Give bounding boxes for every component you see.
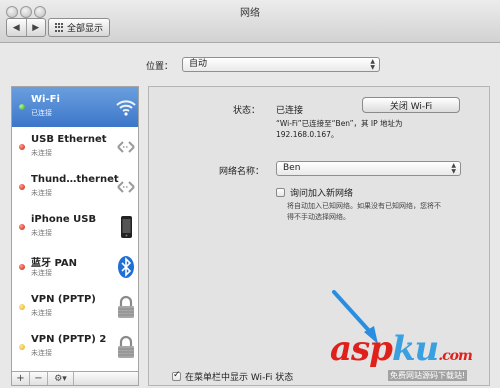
service-name: VPN (PPTP) [31, 294, 96, 305]
location-label: 位置： [146, 62, 174, 72]
service-status: 未连接 [31, 269, 52, 277]
forward-button[interactable]: ▶ [25, 19, 46, 36]
service-status: 未连接 [31, 149, 52, 157]
status-value: 已连接 [276, 106, 304, 116]
service-item-usb-ethernet[interactable]: USB Ethernet 未连接 [12, 127, 138, 167]
hint-line: 得不手动选择网络。 [287, 213, 350, 221]
description-line: 192.168.0.167。 [276, 130, 339, 139]
show-in-menubar-row: 在菜单栏中显示 Wi-Fi 状态 [172, 370, 293, 383]
service-list-controls: + − ⚙▾ [11, 372, 139, 386]
lock-icon [118, 335, 134, 358]
location-value: 自动 [189, 59, 208, 69]
updown-arrows-icon: ▲ ▼ [451, 162, 456, 175]
ask-join-row: 询问加入新网络 [276, 186, 353, 199]
back-button[interactable]: ◀ [7, 19, 26, 36]
add-service-button[interactable]: + [12, 372, 30, 385]
status-label: 状态： [233, 106, 261, 116]
watermark: aspku.com 免费网站源码下载站! [328, 330, 500, 388]
wifi-icon [116, 100, 136, 116]
hint-line: 将自动加入已知网络。如果没有已知网络，您将不 [287, 202, 441, 210]
service-name: USB Ethernet [31, 134, 107, 145]
service-name: 蓝牙 PAN [31, 258, 78, 269]
show-in-menubar-checkbox[interactable] [172, 370, 181, 381]
service-status: 已连接 [31, 109, 52, 117]
service-item-wifi[interactable]: Wi-Fi 已连接 [12, 87, 138, 127]
service-item-vpn-pptp-2[interactable]: VPN (PPTP) 2 未连接 [12, 327, 138, 367]
turn-off-wifi-button[interactable]: 关闭 Wi-Fi [362, 97, 460, 113]
window-title: 网络 [240, 8, 260, 19]
service-item-iphone-usb[interactable]: iPhone USB 未连接 [12, 207, 138, 247]
service-status: 未连接 [31, 229, 52, 237]
description-line: “Wi-Fi”已连接至“Ben”，其 IP 地址为 [276, 119, 403, 128]
show-all-button[interactable]: 全部显示 [48, 18, 110, 37]
network-name-select[interactable]: Ben ▲ ▼ [276, 161, 461, 176]
service-item-bluetooth-pan[interactable]: 蓝牙 PAN 未连接 [12, 247, 138, 287]
service-name: Wi-Fi [31, 94, 60, 105]
connection-description: “Wi-Fi”已连接至“Ben”，其 IP 地址为 192.168.0.167。 [276, 118, 476, 140]
ethernet-arrows-icon [117, 141, 135, 153]
service-name: iPhone USB [31, 214, 97, 225]
service-list: Wi-Fi 已连接 USB Ethernet 未连接 Thund…thernet… [11, 86, 139, 372]
updown-arrows-icon: ▲ ▼ [370, 58, 375, 71]
bluetooth-icon [118, 256, 134, 278]
service-item-vpn-pptp[interactable]: VPN (PPTP) 未连接 [12, 287, 138, 327]
show-all-label: 全部显示 [66, 24, 103, 34]
service-name: Thund…thernet [31, 174, 119, 185]
watermark-logo: aspku.com [330, 329, 473, 369]
grid-icon [54, 23, 64, 32]
remove-service-button[interactable]: − [30, 372, 48, 385]
back-forward-buttons: ◀ ▶ [6, 18, 46, 37]
location-select[interactable]: 自动 ▲ ▼ [182, 57, 380, 72]
network-name-label: 网络名称： [219, 167, 265, 177]
gear-menu-button[interactable]: ⚙▾ [48, 372, 74, 385]
status-dot-yellow [19, 344, 25, 350]
show-in-menubar-label: 在菜单栏中显示 Wi-Fi 状态 [185, 373, 294, 383]
ask-join-hint: 将自动加入已知网络。如果没有已知网络，您将不 得不手动选择网络。 [287, 201, 472, 223]
lock-icon [118, 295, 134, 318]
service-name: VPN (PPTP) 2 [31, 334, 107, 345]
iphone-icon [121, 216, 132, 238]
network-name-value: Ben [283, 163, 301, 173]
service-status: 未连接 [31, 189, 52, 197]
status-dot-yellow [19, 304, 25, 310]
service-status: 未连接 [31, 309, 52, 317]
status-dot-green [19, 104, 25, 110]
window-titlebar: 网络 ◀ ▶ 全部显示 [0, 0, 500, 43]
status-dot-red [19, 184, 25, 190]
status-dot-red [19, 224, 25, 230]
status-dot-red [19, 264, 25, 270]
service-status: 未连接 [31, 349, 52, 357]
ask-join-label: 询问加入新网络 [290, 189, 354, 199]
service-item-thunderbolt-ethernet[interactable]: Thund…thernet 未连接 [12, 167, 138, 207]
watermark-subtitle: 免费网站源码下载站! [388, 370, 468, 381]
status-dot-red [19, 144, 25, 150]
ask-join-checkbox[interactable] [276, 188, 285, 197]
ethernet-arrows-icon [117, 181, 135, 193]
